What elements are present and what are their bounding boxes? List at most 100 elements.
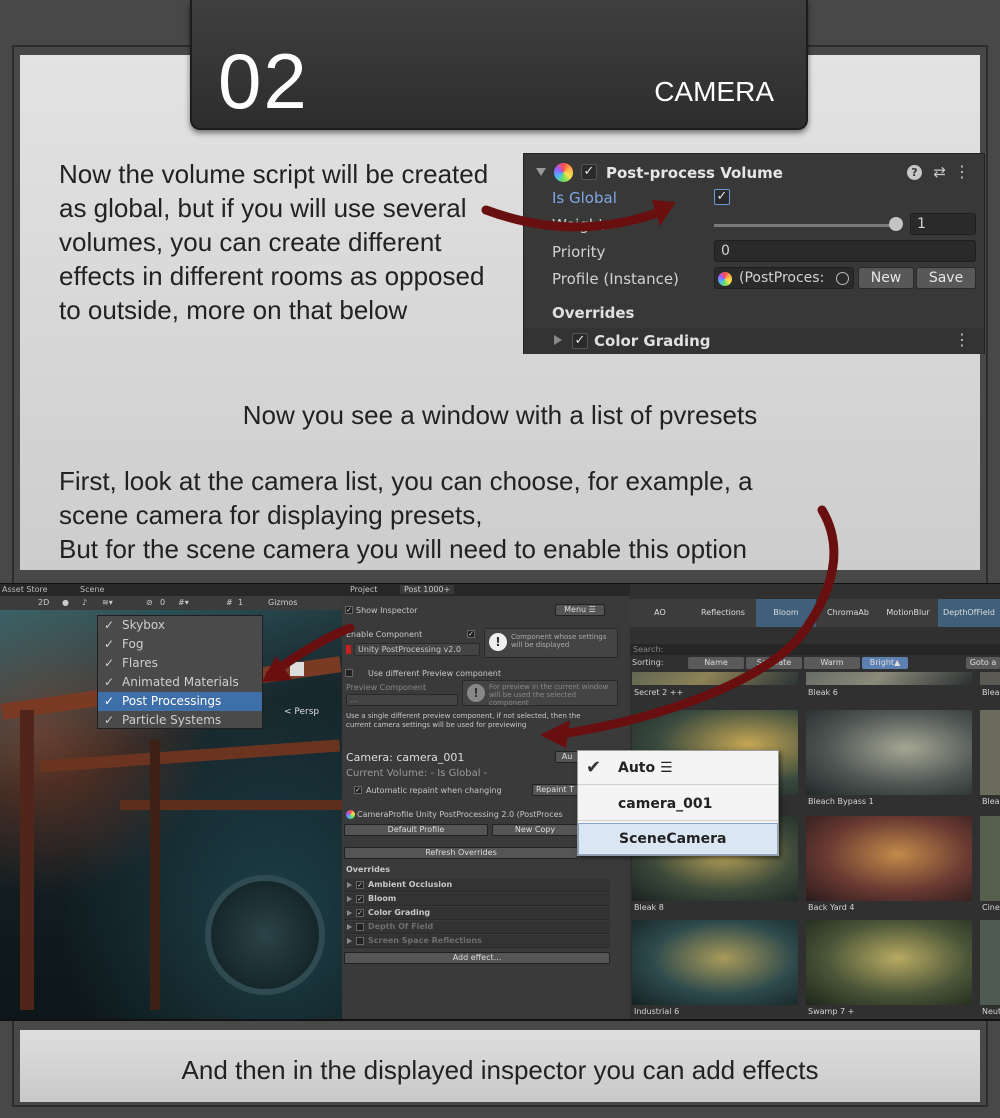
preset-thumb[interactable]: Bleak 6 bbox=[806, 672, 972, 706]
expand-triangle-icon[interactable] bbox=[554, 335, 562, 345]
help-icon[interactable]: ? bbox=[907, 165, 922, 180]
ppv-header[interactable]: ✓ Post-process Volume ? ⇄ ⋮ bbox=[524, 160, 984, 186]
override-row[interactable]: Screen Space Reflections bbox=[344, 935, 610, 948]
weight-slider-knob[interactable] bbox=[889, 217, 903, 231]
effect-tab-reflections[interactable]: Reflections bbox=[692, 599, 754, 627]
dropdown-item[interactable]: ✓ Flares bbox=[98, 654, 262, 673]
grid-icon[interactable]: #▾ bbox=[178, 598, 189, 607]
dropdown-item-selected[interactable]: ✓ Post Processings bbox=[98, 692, 262, 711]
goto-button[interactable]: Goto a bbox=[966, 657, 1000, 669]
override-checkbox[interactable]: ✓ bbox=[356, 909, 364, 917]
scene-tabbar: Asset Store Scene bbox=[0, 584, 342, 596]
override-checkbox[interactable] bbox=[356, 923, 364, 931]
new-copy-button[interactable]: New Copy bbox=[492, 824, 578, 836]
effect-tab-chromaab[interactable]: ChromaAb bbox=[818, 599, 878, 627]
ppv-enabled-checkbox[interactable]: ✓ bbox=[581, 164, 597, 180]
object-picker-icon[interactable] bbox=[836, 272, 849, 285]
audio-icon[interactable]: ♪ bbox=[82, 598, 87, 607]
camera-auto-button[interactable]: Au bbox=[555, 751, 579, 763]
weight-slider-track[interactable] bbox=[714, 224, 896, 227]
grid-snap-icon[interactable]: # bbox=[226, 598, 233, 607]
profile-new-button[interactable]: New bbox=[858, 267, 914, 289]
default-profile-button[interactable]: Default Profile bbox=[344, 824, 488, 836]
priority-field[interactable]: 0 bbox=[714, 240, 976, 262]
profile-field[interactable]: (PostProces: bbox=[714, 267, 854, 289]
kebab-menu-icon[interactable]: ⋮ bbox=[954, 162, 970, 181]
profile-save-button[interactable]: Save bbox=[916, 267, 976, 289]
expand-icon[interactable] bbox=[347, 910, 352, 916]
sort-warm-button[interactable]: Warm bbox=[804, 657, 860, 669]
show-inspector-checkbox[interactable]: ✓ bbox=[345, 606, 353, 614]
override-name: Screen Space Reflections bbox=[368, 936, 482, 945]
auto-repaint-checkbox[interactable]: ✓ bbox=[354, 786, 362, 794]
hidden-layers-icon[interactable]: ⊘ bbox=[146, 598, 153, 607]
preset-thumb[interactable]: Industrial 6 bbox=[632, 920, 798, 1019]
gizmos-menu[interactable]: Gizmos bbox=[268, 598, 297, 607]
component-select[interactable]: Unity PostProcessing v2.0 bbox=[354, 643, 480, 656]
color-grading-checkbox[interactable]: ✓ bbox=[572, 333, 588, 349]
override-checkbox[interactable]: ✓ bbox=[356, 895, 364, 903]
effects-icon[interactable]: ≋▾ bbox=[102, 598, 113, 607]
preview-note: For preview in the current window will b… bbox=[489, 683, 609, 707]
expand-icon[interactable] bbox=[347, 882, 352, 888]
effect-tab-depthoffield[interactable]: DepthOfField bbox=[938, 599, 1000, 627]
color-grading-menu-icon[interactable]: ⋮ bbox=[954, 330, 970, 349]
sort-bright-button[interactable]: Bright▲ bbox=[862, 657, 908, 669]
preset-thumb[interactable]: Secret 2 ++ bbox=[632, 672, 798, 706]
expand-icon[interactable] bbox=[347, 938, 352, 944]
refresh-overrides-button[interactable]: Refresh Overrides bbox=[344, 847, 578, 859]
camera-option-camera-001[interactable]: camera_001 bbox=[578, 787, 778, 821]
preset-thumb[interactable]: Swamp 7 + bbox=[806, 920, 972, 1019]
post-process-icon bbox=[554, 163, 573, 182]
preview-component-select[interactable]: ... bbox=[346, 694, 458, 706]
override-row[interactable]: ✓ Ambient Occlusion bbox=[344, 879, 610, 892]
sort-saturate-button[interactable]: Saturate bbox=[746, 657, 802, 669]
preset-thumb[interactable]: Bleach Bypass 1 bbox=[806, 710, 972, 810]
preset-caption: Blea bbox=[982, 688, 1000, 697]
effect-tab-ao[interactable]: AO bbox=[630, 599, 690, 627]
expand-icon[interactable] bbox=[347, 896, 352, 902]
collapse-triangle-icon[interactable] bbox=[536, 168, 546, 176]
preset-thumb[interactable]: Blea bbox=[980, 672, 1000, 706]
paragraph-presets: Now you see a window with a list of pvre… bbox=[242, 400, 758, 430]
preset-thumb[interactable]: Neut bbox=[980, 920, 1000, 1019]
persp-label[interactable]: < Persp bbox=[284, 707, 319, 717]
preset-thumb[interactable]: Cine bbox=[980, 816, 1000, 916]
scene-tab[interactable]: Scene bbox=[80, 585, 104, 594]
dropdown-item[interactable]: ✓ Fog bbox=[98, 635, 262, 654]
weight-field[interactable]: 1 bbox=[910, 213, 976, 235]
preset-thumb[interactable]: Back Yard 4 bbox=[806, 816, 972, 916]
repaint-button[interactable]: Repaint T bbox=[532, 784, 578, 796]
preset-sliders-icon[interactable]: ⇄ bbox=[933, 163, 946, 181]
menu-button[interactable]: Menu ☰ bbox=[555, 604, 605, 616]
override-row[interactable]: Depth Of Field bbox=[344, 921, 610, 934]
enable-component-checkbox[interactable]: ✓ bbox=[467, 630, 475, 638]
effect-tab-bloom[interactable]: Bloom bbox=[756, 599, 816, 627]
light-icon[interactable]: ● bbox=[62, 598, 69, 607]
add-effect-button[interactable]: Add effect... bbox=[344, 952, 610, 964]
component-note: Component whose settings will be display… bbox=[511, 633, 607, 649]
orientation-gizmo-icon[interactable] bbox=[290, 662, 304, 676]
preset-image bbox=[632, 672, 798, 685]
post-tab[interactable]: Post 1000+ bbox=[400, 585, 455, 594]
dropdown-item[interactable]: ✓ Animated Materials bbox=[98, 673, 262, 692]
override-row[interactable]: ✓ Color Grading bbox=[344, 907, 610, 920]
2d-toggle[interactable]: 2D bbox=[38, 598, 49, 607]
override-checkbox[interactable] bbox=[356, 937, 364, 945]
dropdown-item[interactable]: ✓ Particle Systems bbox=[98, 711, 262, 730]
override-row[interactable]: ✓ Bloom bbox=[344, 893, 610, 906]
dropdown-item[interactable]: ✓ Skybox bbox=[98, 616, 262, 635]
preset-thumb[interactable]: Blea bbox=[980, 710, 1000, 810]
camera-option-auto[interactable]: ✔ Auto ☰ bbox=[578, 751, 778, 785]
is-global-checkbox[interactable]: ✓ bbox=[714, 189, 730, 205]
project-tab[interactable]: Project bbox=[350, 585, 377, 594]
color-grading-row[interactable]: ✓ Color Grading ⋮ bbox=[524, 328, 984, 354]
expand-icon[interactable] bbox=[347, 924, 352, 930]
sort-name-button[interactable]: Name bbox=[688, 657, 744, 669]
camera-option-scenecamera[interactable]: SceneCamera bbox=[578, 823, 778, 855]
override-checkbox[interactable]: ✓ bbox=[356, 881, 364, 889]
effect-tab-motionblur[interactable]: MotionBlur bbox=[880, 599, 936, 627]
different-preview-checkbox[interactable] bbox=[345, 669, 353, 677]
asset-store-tab[interactable]: Asset Store bbox=[2, 585, 48, 594]
preset-search-input[interactable]: Search: bbox=[630, 644, 1000, 655]
